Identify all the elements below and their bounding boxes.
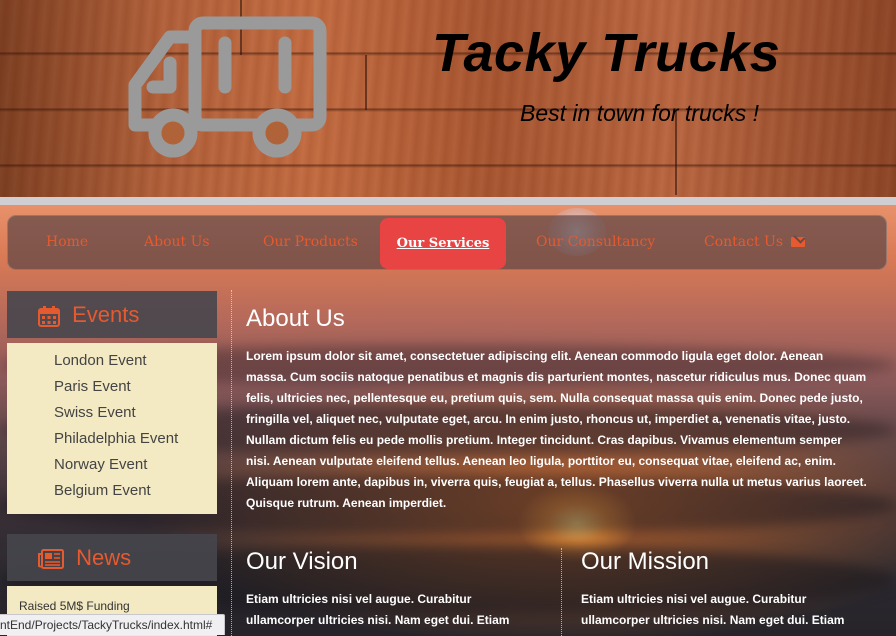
- nav-our-consultancy[interactable]: Our Consultancy: [536, 216, 655, 269]
- nav-our-products[interactable]: Our Products: [263, 216, 358, 269]
- event-item[interactable]: Belgium Event: [7, 480, 217, 506]
- main-nav: Home About Us Our Products Our Services …: [7, 215, 887, 270]
- truck-icon: [128, 16, 327, 158]
- header-divider: [0, 197, 896, 205]
- wood-seam: [365, 55, 367, 110]
- news-header: News: [7, 534, 217, 581]
- envelope-icon: [791, 237, 806, 247]
- status-bar-url: ntEnd/Projects/TackyTrucks/index.html#: [0, 614, 225, 635]
- vision-text: Etiam ultricies nisi vel augue. Curabitu…: [246, 592, 510, 627]
- events-title: Events: [72, 302, 140, 327]
- event-item[interactable]: Swiss Event: [7, 402, 217, 428]
- newspaper-icon: [38, 549, 64, 570]
- vision-heading: Our Vision: [246, 548, 358, 575]
- nav-home[interactable]: Home: [46, 216, 88, 269]
- calendar-icon: [38, 306, 60, 328]
- nav-about-us[interactable]: About Us: [144, 216, 210, 269]
- about-heading: About Us: [246, 305, 345, 332]
- about-text: Lorem ipsum dolor sit amet, consectetuer…: [246, 349, 867, 510]
- news-title: News: [76, 545, 132, 570]
- mission-text: Etiam ultricies nisi vel augue. Curabitu…: [581, 592, 845, 627]
- event-item[interactable]: Paris Event: [7, 376, 217, 402]
- nav-our-services[interactable]: Our Services: [380, 218, 506, 269]
- mission-heading: Our Mission: [581, 548, 710, 575]
- events-header: Events: [7, 291, 217, 338]
- news-item[interactable]: Raised 5M$ Funding: [19, 599, 130, 613]
- event-item[interactable]: London Event: [7, 350, 217, 376]
- sidebar-divider: [231, 290, 232, 636]
- nav-contact-us[interactable]: Contact Us: [704, 216, 806, 269]
- site-header: Tacky Trucks Best in town for trucks !: [0, 0, 896, 200]
- event-item[interactable]: Philadelphia Event: [7, 428, 217, 454]
- site-tagline: Best in town for trucks !: [520, 100, 760, 126]
- events-list: London Event Paris Event Swiss Event Phi…: [7, 343, 217, 514]
- event-item[interactable]: Norway Event: [7, 454, 217, 480]
- site-title: Tacky Trucks: [432, 23, 781, 83]
- column-divider: [561, 548, 562, 636]
- nav-contact-label: Contact Us: [704, 234, 784, 250]
